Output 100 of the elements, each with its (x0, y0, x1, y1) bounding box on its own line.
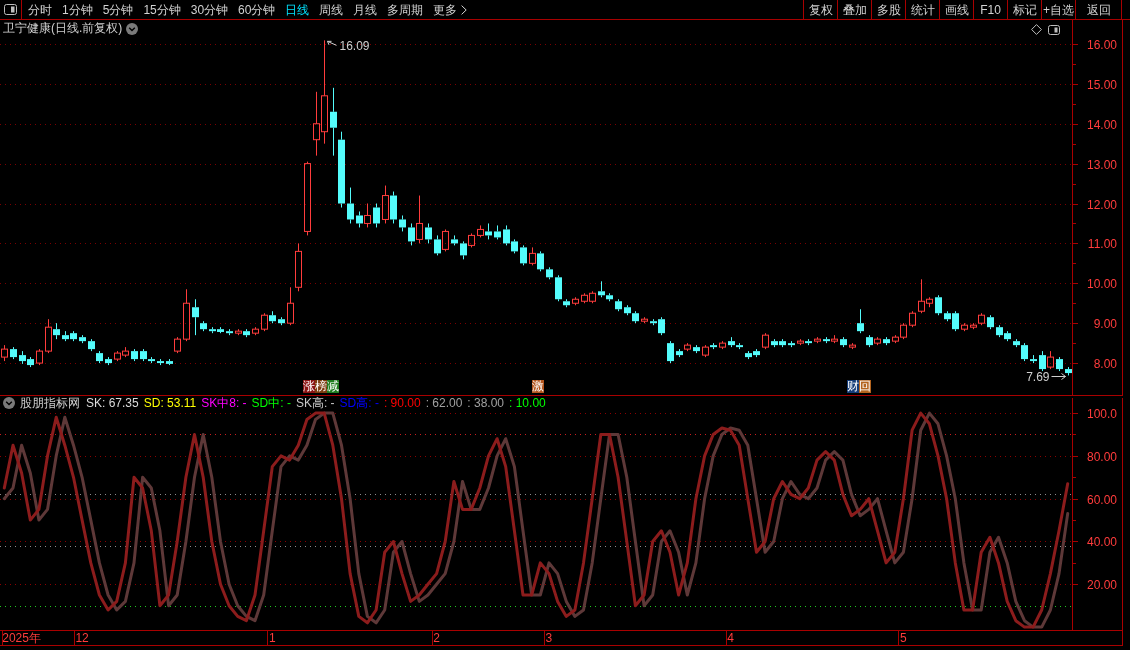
candle (762, 332, 769, 350)
panel-icon[interactable] (1048, 24, 1060, 35)
candle (641, 316, 648, 324)
indicator-axis-label: 20.00 (1086, 578, 1117, 592)
arrow-icon (1051, 373, 1066, 380)
panel-icon (4, 4, 17, 15)
toolbar-button[interactable]: 返回 (1075, 0, 1122, 19)
chevron-down-icon[interactable] (126, 22, 139, 35)
candle (373, 203, 380, 228)
period-tab[interactable]: 15分钟 (138, 0, 186, 19)
candle (849, 342, 856, 350)
diamond-icon[interactable] (1031, 24, 1042, 35)
period-tab[interactable]: 月线 (348, 0, 383, 19)
candle (131, 348, 138, 362)
candle (79, 334, 86, 344)
candle (399, 215, 406, 232)
candle (615, 298, 622, 312)
candle (105, 356, 112, 366)
period-tab[interactable]: 分时 (23, 0, 57, 19)
date-axis-label: 12 (75, 631, 89, 645)
price-axis-label: 13.00 (1086, 158, 1117, 172)
toolbar-button[interactable]: 画线 (939, 0, 973, 19)
indicator-axis-label: 40.00 (1086, 535, 1117, 549)
candle (347, 187, 354, 224)
candle (987, 314, 994, 330)
indicator-value: SK中8: - (201, 396, 247, 410)
indicator-axis-label: 100.0 (1086, 407, 1117, 421)
toolbar-button[interactable]: 复权 (803, 0, 837, 19)
candle (183, 288, 190, 342)
period-tab[interactable]: 更多 (428, 0, 473, 19)
chart-title: 卫宁健康(日线.前复权) (3, 21, 123, 36)
indicator-value: : 38.00 (467, 396, 505, 410)
indicator-value: SD高: - (339, 396, 379, 410)
candle (36, 348, 43, 366)
toolbar-button[interactable]: +自选 (1041, 0, 1075, 19)
period-tab[interactable]: 日线 (280, 0, 315, 19)
candle (157, 358, 164, 366)
candle (1056, 356, 1063, 372)
event-marker: 回 (859, 380, 871, 393)
toolbar-button[interactable]: F10 (973, 0, 1007, 19)
toolbar-button[interactable]: 多股 (871, 0, 905, 19)
event-marker: 减 (327, 380, 339, 393)
indicator-value: SK: 67.35 (86, 396, 139, 410)
price-axis-label: 14.00 (1086, 118, 1117, 132)
candle (174, 336, 181, 354)
event-marker: 涨 (303, 380, 315, 393)
indicator-value: : 62.00 (425, 396, 463, 410)
period-tab[interactable]: 5分钟 (97, 0, 139, 19)
candle (451, 234, 458, 246)
period-tab[interactable]: 1分钟 (57, 0, 98, 19)
price-axis-label: 10.00 (1086, 277, 1117, 291)
candle (1030, 354, 1037, 364)
indicator-value: SD中: - (251, 396, 291, 410)
candle (935, 294, 942, 316)
candle (520, 244, 527, 266)
candle (961, 322, 968, 332)
candle (1, 344, 8, 362)
date-axis-label: 3 (545, 631, 553, 645)
price-axis-label: 9.00 (1093, 317, 1117, 331)
candle (546, 266, 553, 280)
indicator-value: : 90.00 (383, 396, 421, 410)
candle (857, 308, 864, 334)
indicator-value: : 10.00 (509, 396, 546, 410)
event-marker: 激 (532, 380, 544, 393)
period-tab[interactable]: 周线 (314, 0, 349, 19)
candle (166, 358, 173, 366)
indicator-axis-label: 80.00 (1086, 450, 1117, 464)
candle (693, 344, 700, 354)
date-axis-label: 2025年 (2, 631, 41, 645)
candle (909, 310, 916, 328)
toolbar-button[interactable]: 统计 (905, 0, 939, 19)
price-axis-label: 8.00 (1093, 357, 1117, 371)
candle (883, 336, 890, 346)
date-axis-label: 5 (900, 631, 907, 645)
candle (278, 316, 285, 326)
chevron-down-icon[interactable] (3, 397, 15, 409)
toolbar-button[interactable]: 标记 (1007, 0, 1041, 19)
period-tab[interactable]: 60分钟 (233, 0, 281, 19)
candle (840, 336, 847, 348)
indicator-value: SD: 53.11 (143, 396, 197, 410)
indicator-axis-label: 60.00 (1086, 493, 1117, 507)
candle (425, 222, 432, 244)
candle (814, 336, 821, 344)
price-axis-label: 15.00 (1086, 78, 1117, 92)
candle (788, 340, 795, 348)
date-axis-label: 1 (269, 631, 276, 645)
date-axis-label: 2 (433, 631, 440, 645)
candle (572, 296, 579, 306)
arrow-icon (327, 40, 337, 46)
indicator-value: SK高: - (295, 396, 335, 410)
price-label: 7.69 (1026, 370, 1050, 384)
candle (1065, 366, 1072, 376)
candle (252, 326, 259, 336)
period-tab[interactable]: 多周期 (382, 0, 429, 19)
date-axis-label: 4 (727, 631, 734, 645)
price-axis-label: 12.00 (1086, 198, 1117, 212)
candle (719, 340, 726, 350)
price-label: 16.09 (339, 38, 370, 53)
toolbar-button[interactable]: 叠加 (837, 0, 871, 19)
period-tab[interactable]: 30分钟 (185, 0, 234, 19)
